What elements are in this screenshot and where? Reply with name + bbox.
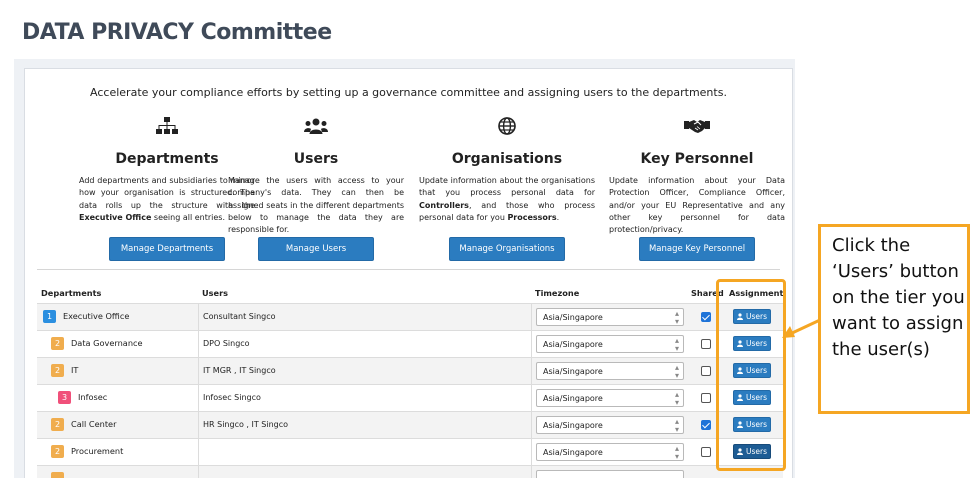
select-arrows-icon: ▴ ▾ (674, 336, 679, 353)
select-arrows-icon: ▴ ▾ (674, 390, 679, 407)
column-separator (198, 466, 199, 478)
tier-badge: 1 (43, 310, 56, 323)
select-arrows-icon: ▴ ▾ (674, 363, 679, 380)
table-row (37, 465, 783, 478)
department-name: Data Governance (71, 338, 143, 348)
department-name: Procurement (71, 446, 124, 456)
column-separator (198, 385, 199, 411)
department-name: IT (71, 365, 79, 375)
timezone-select[interactable]: Asia/Singapore ▴ ▾ (536, 443, 684, 461)
tier-badge: 2 (51, 445, 64, 458)
feature-description: Manage the users with access to your com… (228, 176, 404, 235)
column-separator (198, 331, 199, 357)
timezone-value: Asia/Singapore (543, 313, 603, 322)
timezone-value: Asia/Singapore (543, 367, 603, 376)
committee-panel: Accelerate your compliance efforts by se… (24, 68, 793, 478)
timezone-select[interactable] (536, 470, 684, 478)
shared-checkbox[interactable] (701, 312, 711, 322)
column-separator (198, 412, 199, 438)
callout-arrow-icon (782, 318, 821, 338)
section-divider (37, 269, 780, 270)
feature-description: Update information about your Data Prote… (609, 176, 785, 235)
select-arrows-icon: ▴ ▾ (674, 444, 679, 461)
column-separator (531, 412, 532, 438)
tier-badge: 2 (51, 418, 64, 431)
column-separator (531, 304, 532, 330)
shared-checkbox[interactable] (701, 393, 711, 403)
users-list: DPO Singco (203, 339, 250, 348)
timezone-value: Asia/Singapore (543, 394, 603, 403)
column-separator (198, 358, 199, 384)
timezone-select[interactable]: Asia/Singapore ▴ ▾ (536, 308, 684, 326)
column-separator (198, 304, 199, 330)
users-group-icon (228, 115, 404, 137)
users-list: Consultant Singco (203, 312, 276, 321)
table-row: 3 Infosec Infosec Singco Asia/Singapore … (37, 384, 783, 411)
department-name: Call Center (71, 419, 117, 429)
timezone-select[interactable]: Asia/Singapore ▴ ▾ (536, 389, 684, 407)
timezone-select[interactable]: Asia/Singapore ▴ ▾ (536, 362, 684, 380)
intro-text: Accelerate your compliance efforts by se… (90, 86, 727, 99)
timezone-value: Asia/Singapore (543, 340, 603, 349)
feature-heading: Key Personnel (640, 151, 754, 167)
timezone-select[interactable]: Asia/Singapore ▴ ▾ (536, 335, 684, 353)
column-header-users: Users (202, 288, 228, 298)
shared-checkbox[interactable] (701, 366, 711, 376)
column-separator (531, 331, 532, 357)
feature-key-personnel: Key Personnel Update information about y… (609, 115, 785, 261)
feature-heading: Organisations (451, 151, 563, 167)
timezone-select[interactable]: Asia/Singapore ▴ ▾ (536, 416, 684, 434)
column-separator (198, 439, 199, 465)
globe-icon (419, 115, 595, 137)
users-list: HR Singco , IT Singco (203, 420, 289, 429)
instruction-callout: Click the ‘Users’ button on the tier you… (818, 224, 970, 414)
feature-description: Update information about the organisatio… (419, 176, 595, 222)
department-name: Executive Office (63, 311, 130, 321)
select-arrows-icon: ▴ ▾ (674, 417, 679, 434)
manage-departments-button[interactable]: Manage Departments (109, 237, 225, 261)
users-list: Infosec Singco (203, 393, 261, 402)
column-header-timezone: Timezone (535, 288, 580, 298)
column-separator (531, 385, 532, 411)
timezone-value: Asia/Singapore (543, 448, 603, 457)
shared-checkbox[interactable] (701, 339, 711, 349)
table-row: 2 IT IT MGR , IT Singco Asia/Singapore ▴… (37, 357, 783, 384)
column-separator (531, 439, 532, 465)
feature-heading: Users (293, 151, 339, 167)
tier-badge: 2 (51, 364, 64, 377)
table-row: 1 Executive Office Consultant Singco Asi… (37, 303, 783, 330)
column-separator (531, 358, 532, 384)
timezone-value: Asia/Singapore (543, 421, 603, 430)
select-arrows-icon: ▴ ▾ (674, 309, 679, 326)
page-title: DATA PRIVACY Committee (22, 20, 332, 45)
manage-key-personnel-button[interactable]: Manage Key Personnel (639, 237, 755, 261)
feature-organisations: Organisations Update information about t… (419, 115, 595, 261)
feature-users: Users Manage the users with access to yo… (228, 115, 404, 261)
tier-badge: 2 (51, 337, 64, 350)
assignment-highlight (716, 279, 786, 471)
department-name: Infosec (78, 392, 108, 402)
manage-organisations-button[interactable]: Manage Organisations (449, 237, 565, 261)
shared-checkbox[interactable] (701, 420, 711, 430)
tier-badge (51, 472, 64, 478)
manage-users-button[interactable]: Manage Users (258, 237, 374, 261)
column-separator (531, 466, 532, 478)
tier-badge: 3 (58, 391, 71, 404)
shared-checkbox[interactable] (701, 447, 711, 457)
table-row: 2 Data Governance DPO Singco Asia/Singap… (37, 330, 783, 357)
table-row: 2 Call Center HR Singco , IT Singco Asia… (37, 411, 783, 438)
table-row: 2 Procurement Asia/Singapore ▴ ▾ Users (37, 438, 783, 465)
handshake-icon (609, 115, 785, 137)
users-list: IT MGR , IT Singco (203, 366, 276, 375)
column-header-departments: Departments (41, 288, 102, 298)
